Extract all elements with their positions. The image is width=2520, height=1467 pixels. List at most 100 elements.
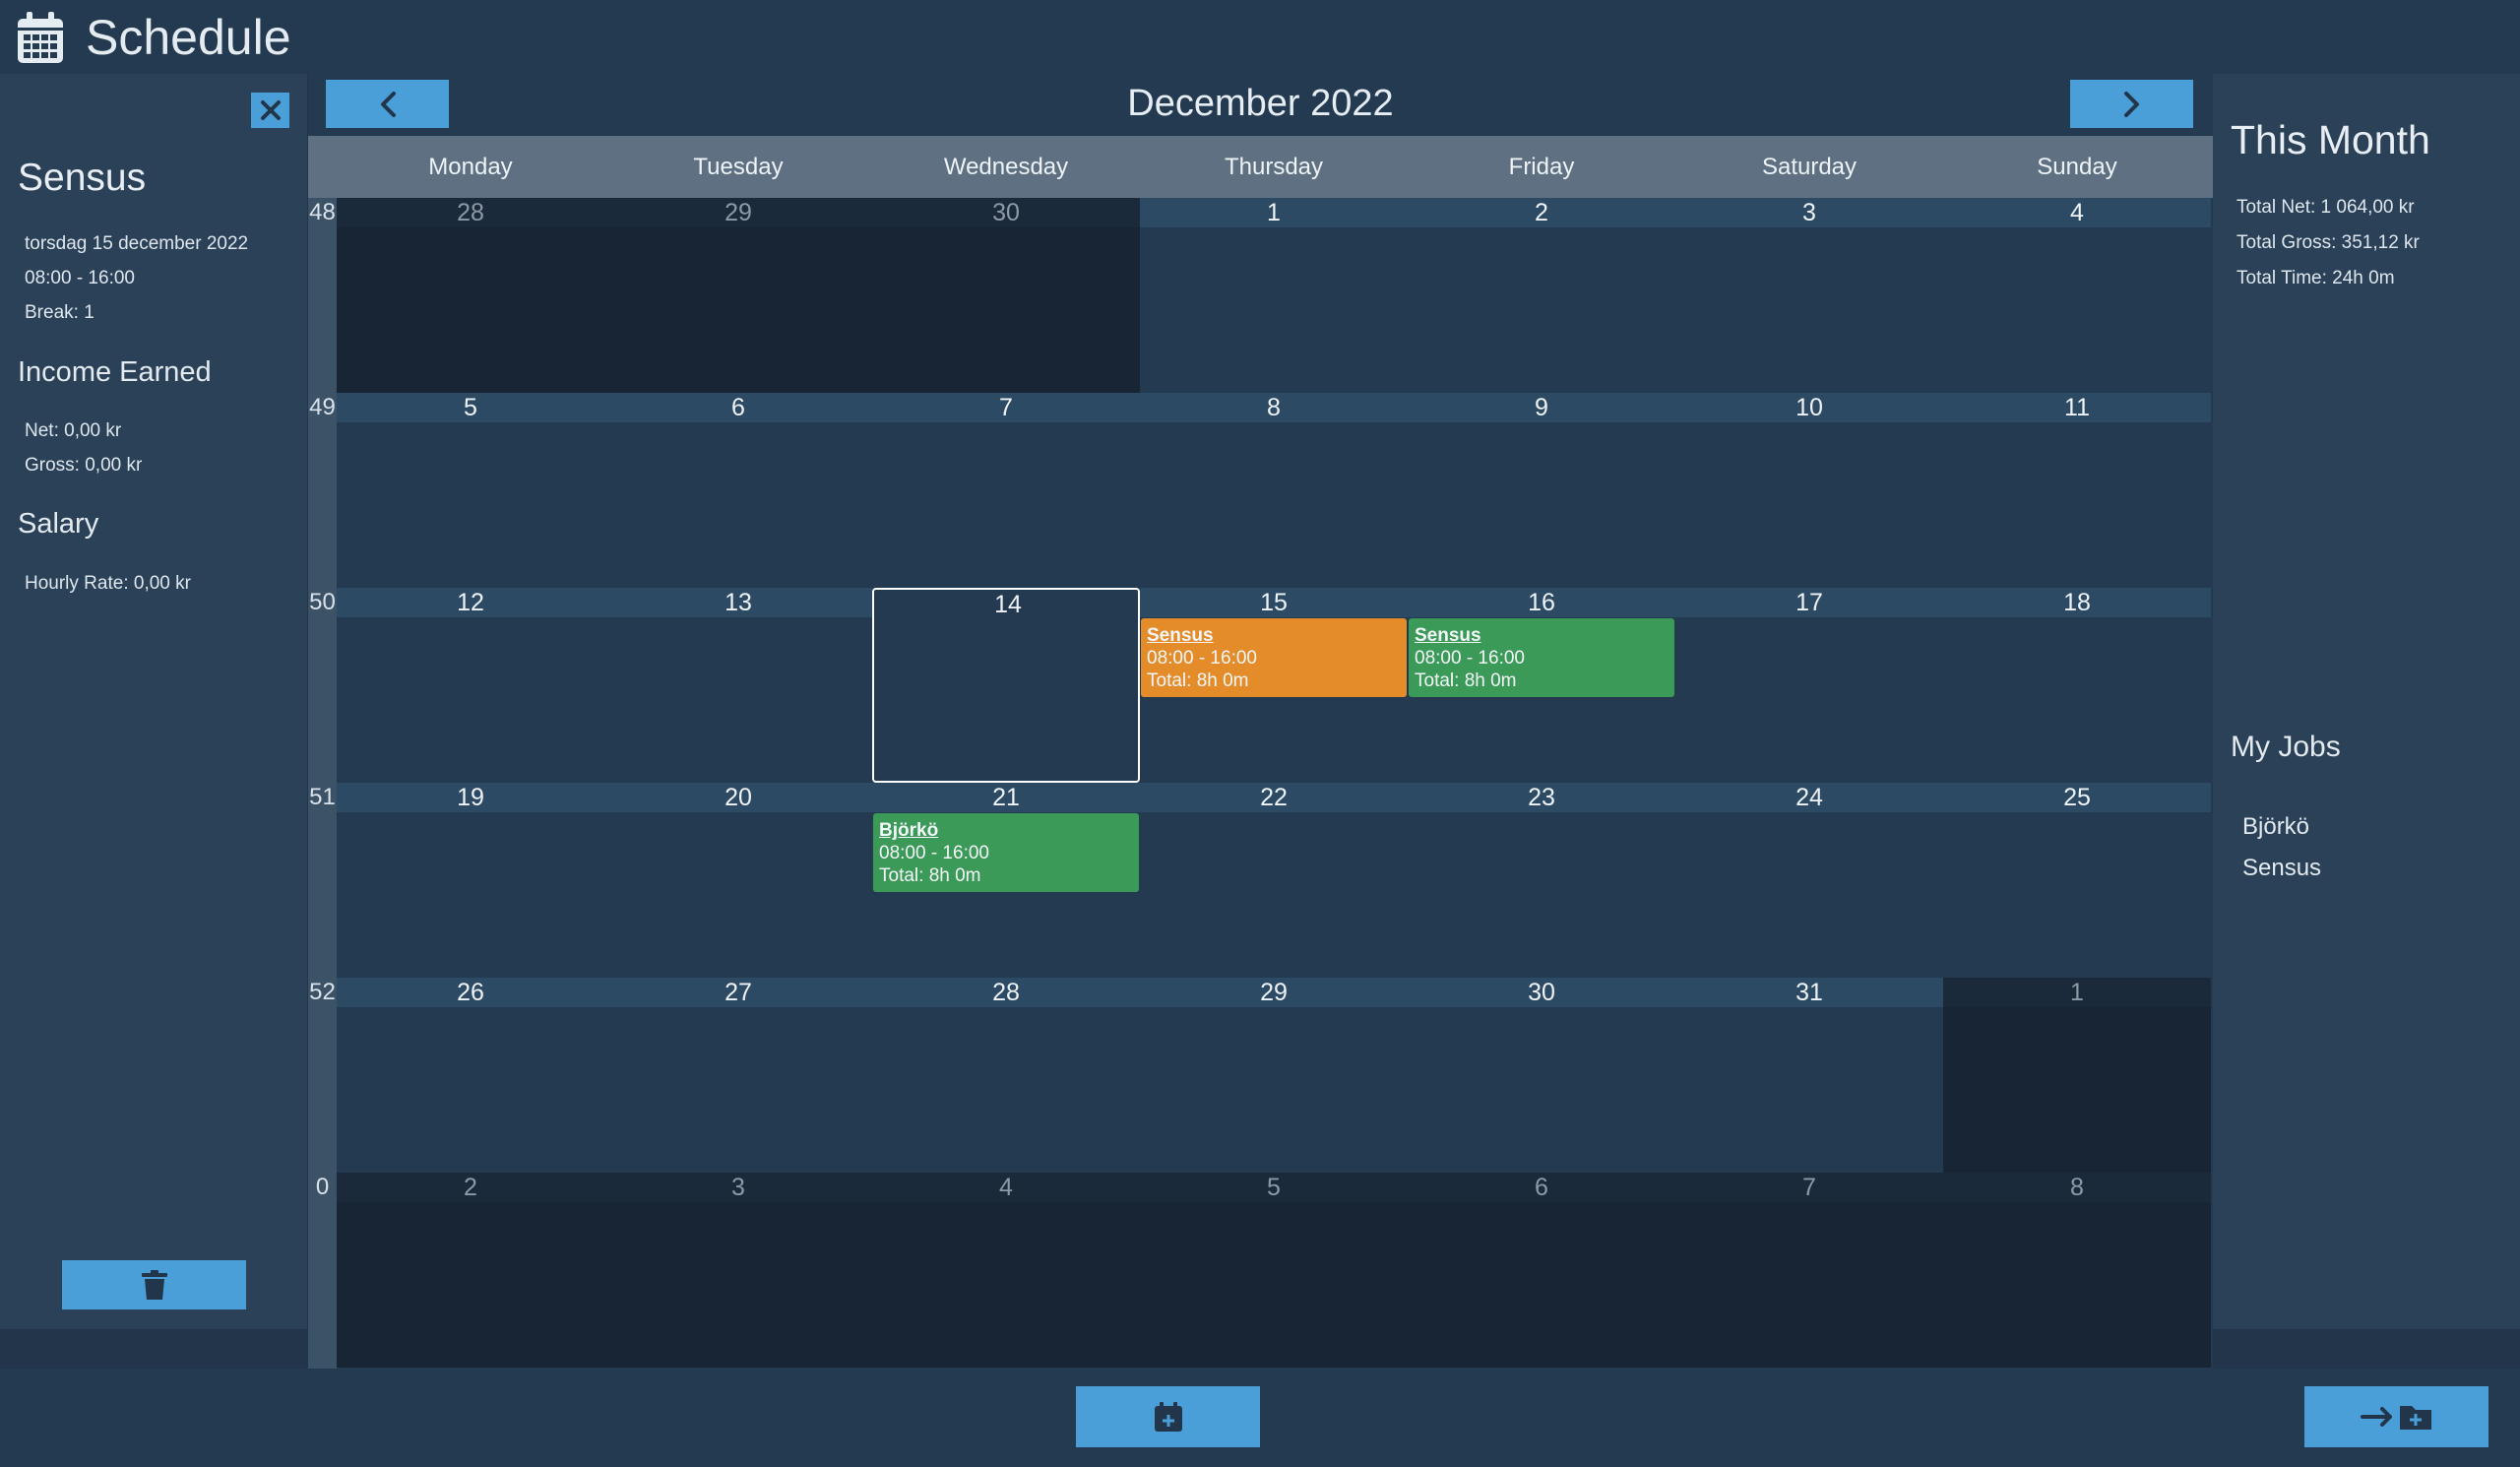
day-number: 9 [1408,393,1675,422]
event-time: 08:00 - 16:00 [1415,648,1525,669]
total-gross: Total Gross: 351,12 kr [2236,232,2420,253]
day-cell[interactable]: 22 [1140,783,1408,978]
delete-shift-button[interactable] [62,1260,246,1309]
day-cell[interactable]: 21 Björkö 08:00 - 16:00 Total: 8h 0m [872,783,1140,978]
add-shift-button[interactable] [1076,1386,1260,1447]
day-cell[interactable]: 13 [604,588,872,783]
shift-job-title: Sensus [18,157,147,199]
shift-event[interactable]: Sensus 08:00 - 16:00 Total: 8h 0m [1409,618,1674,697]
day-cell[interactable]: 8 [1140,393,1408,588]
job-item[interactable]: Sensus [2242,855,2321,882]
day-cell[interactable]: 5 [337,393,604,588]
day-number: 2 [337,1173,604,1202]
import-button[interactable] [2304,1386,2488,1447]
weekday-label: Tuesday [693,154,784,180]
day-cell[interactable]: 29 [1140,978,1408,1173]
day-number: 20 [604,783,872,812]
shift-event[interactable]: Sensus 08:00 - 16:00 Total: 8h 0m [1141,618,1407,697]
day-number: 8 [1943,1173,2211,1202]
income-gross: Gross: 0,00 kr [25,455,143,476]
calendar-month-view: December 2022 Monday Tuesday Wednesday Thur… [308,74,2213,1369]
income-net: Net: 0,00 kr [25,420,122,441]
day-cell[interactable]: 8 [1943,1173,2211,1368]
day-cell[interactable]: 2 [1408,198,1675,393]
next-month-button[interactable] [2070,80,2193,128]
app-header: Schedule [0,0,2520,74]
day-number: 19 [337,783,604,812]
week-row: 02345678 [308,1173,2213,1368]
day-cell[interactable]: 1 [1140,198,1408,393]
week-number: 50 [309,589,336,615]
shift-time: 08:00 - 16:00 [25,268,135,288]
income-heading: Income Earned [18,356,212,388]
day-cell[interactable]: 31 [1675,978,1943,1173]
day-number: 1 [1140,198,1408,227]
day-number: 30 [1408,978,1675,1007]
day-number: 2 [1408,198,1675,227]
day-number: 29 [1140,978,1408,1007]
day-number: 18 [1943,588,2211,617]
previous-month-button[interactable] [326,80,449,128]
day-cell[interactable]: 1 [1943,978,2211,1173]
day-cell[interactable]: 27 [604,978,872,1173]
job-item[interactable]: Björkö [2242,813,2309,841]
day-number: 12 [337,588,604,617]
day-cell[interactable]: 28 [337,198,604,393]
day-cell[interactable]: 30 [1408,978,1675,1173]
day-cell[interactable]: 7 [872,393,1140,588]
day-cell[interactable]: 15 Sensus 08:00 - 16:00 Total: 8h 0m [1140,588,1408,783]
day-cell[interactable]: 12 [337,588,604,783]
week-row: 51 19 20 21 Björkö 08:00 - 16:00 Total: 8h 0m 2… [308,783,2213,978]
day-cell[interactable]: 16 Sensus 08:00 - 16:00 Total: 8h 0m [1408,588,1675,783]
day-cell[interactable]: 19 [337,783,604,978]
weekday-label: Wednesday [943,154,1069,180]
day-cell[interactable]: 3 [1675,198,1943,393]
trash-icon [141,1270,167,1300]
shift-details-panel: Sensus torsdag 15 december 2022 08:00 - … [0,74,307,1329]
day-cell[interactable]: 17 [1675,588,1943,783]
day-cell[interactable]: 25 [1943,783,2211,978]
app-title: Schedule [86,10,291,65]
day-cell[interactable]: 26 [337,978,604,1173]
day-cell[interactable]: 9 [1408,393,1675,588]
day-cell[interactable]: 6 [604,393,872,588]
day-cell-selected[interactable]: 14 [872,588,1140,783]
event-total: Total: 8h 0m [1415,670,1517,691]
shift-event[interactable]: Björkö 08:00 - 16:00 Total: 8h 0m [873,813,1139,892]
day-cell[interactable]: 20 [604,783,872,978]
my-jobs-heading: My Jobs [2231,731,2341,763]
day-number: 7 [872,393,1140,422]
day-number: 3 [1675,198,1943,227]
day-cell[interactable]: 4 [1943,198,2211,393]
day-cell[interactable]: 5 [1140,1173,1408,1368]
weekday-label: Saturday [1761,154,1858,180]
day-number: 11 [1943,393,2211,422]
day-cell[interactable]: 2 [337,1173,604,1368]
calendar-plus-icon [1154,1402,1182,1432]
day-cell[interactable]: 24 [1675,783,1943,978]
day-cell[interactable]: 30 [872,198,1140,393]
day-cell[interactable]: 28 [872,978,1140,1173]
event-time: 08:00 - 16:00 [879,843,989,863]
day-number: 17 [1675,588,1943,617]
close-button[interactable] [251,93,289,128]
day-number: 16 [1408,588,1675,617]
day-number: 30 [872,198,1140,227]
day-cell[interactable]: 29 [604,198,872,393]
day-number: 31 [1675,978,1943,1007]
day-cell[interactable]: 6 [1408,1173,1675,1368]
total-net: Total Net: 1 064,00 kr [2236,197,2415,218]
day-cell[interactable]: 10 [1675,393,1943,588]
day-number: 15 [1140,588,1408,617]
calendar-icon [18,12,63,63]
day-cell[interactable]: 18 [1943,588,2211,783]
day-number: 27 [604,978,872,1007]
day-cell[interactable]: 3 [604,1173,872,1368]
day-cell[interactable]: 4 [872,1173,1140,1368]
day-cell[interactable]: 7 [1675,1173,1943,1368]
day-number: 4 [872,1173,1140,1202]
event-total: Total: 8h 0m [879,865,981,886]
day-cell[interactable]: 23 [1408,783,1675,978]
day-cell[interactable]: 11 [1943,393,2211,588]
weekday-label: Friday [1508,154,1575,180]
